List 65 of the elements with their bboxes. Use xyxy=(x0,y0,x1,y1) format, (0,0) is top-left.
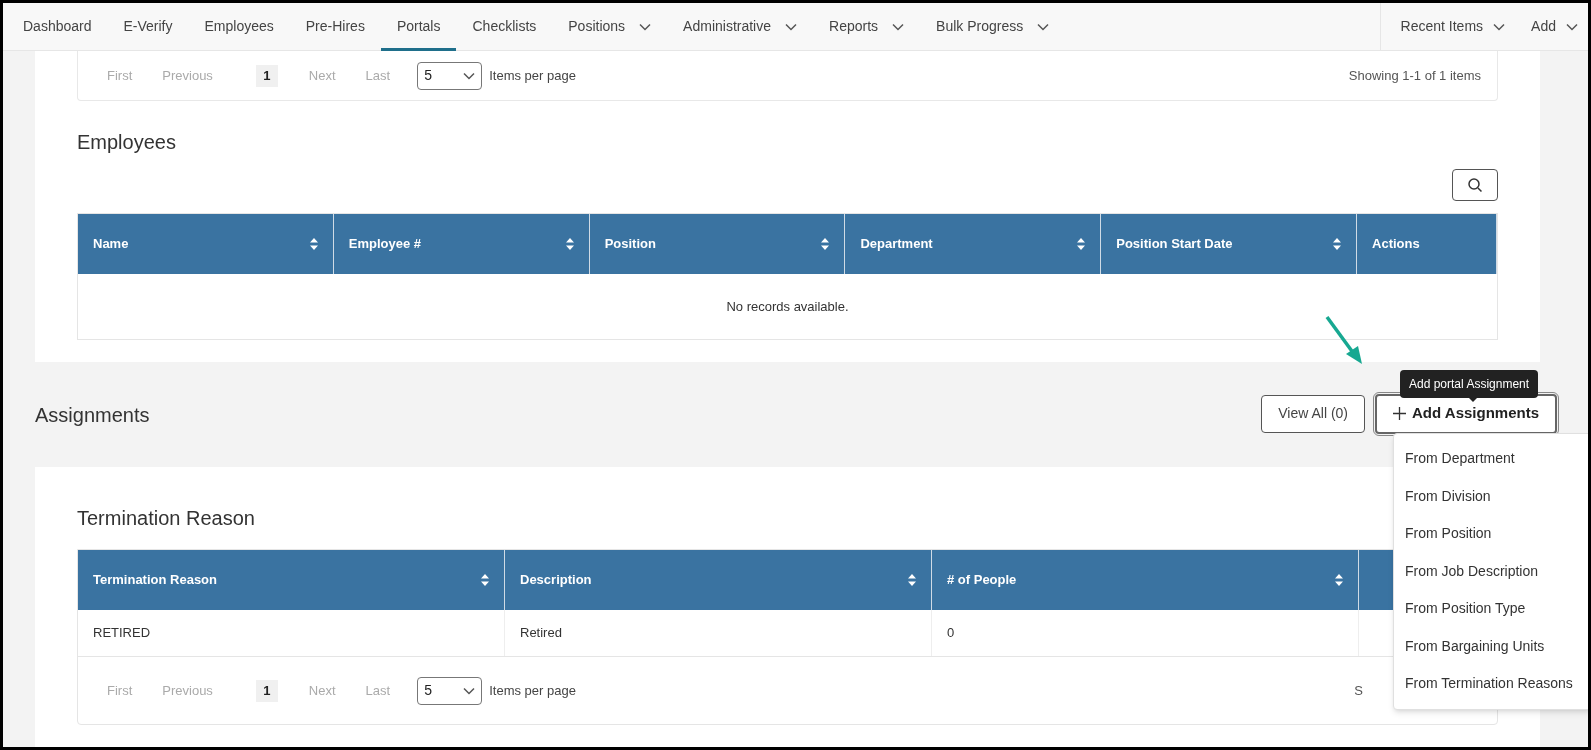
page-size-select[interactable]: 5 xyxy=(417,61,483,90)
column-header[interactable]: Position Start Date xyxy=(1101,214,1358,274)
sort-icon[interactable] xyxy=(1077,238,1086,250)
nav-tab[interactable]: Employees xyxy=(188,3,290,50)
sort-icon[interactable] xyxy=(1333,238,1342,250)
nav-tab[interactable]: Reports xyxy=(813,3,921,50)
sort-icon[interactable] xyxy=(565,238,574,250)
table-cell: Retired xyxy=(505,610,932,656)
item-count: S xyxy=(1354,681,1363,700)
column-header[interactable]: Actions xyxy=(1357,214,1497,274)
column-header[interactable]: # of People xyxy=(932,550,1359,610)
menu-item[interactable]: From Job Description xyxy=(1394,552,1588,590)
page-button[interactable]: 1 xyxy=(255,64,278,87)
table-cell: RETIRED xyxy=(78,610,505,656)
page-size-select[interactable]: 5 xyxy=(417,676,483,705)
nav-tab[interactable]: Portals xyxy=(380,3,457,50)
view-all-button[interactable]: View All (0) xyxy=(1261,394,1366,433)
page-size-label: Items per page xyxy=(489,66,576,85)
column-header[interactable]: Employee # xyxy=(333,214,590,274)
sort-icon[interactable] xyxy=(1335,574,1343,586)
sort-icon[interactable] xyxy=(821,238,830,250)
menu-item[interactable]: From Division xyxy=(1394,477,1588,515)
nav-tab[interactable]: Administrative xyxy=(667,3,813,50)
item-count: Showing 1-1 of 1 items xyxy=(1348,66,1481,85)
nav-menu[interactable]: Add xyxy=(1531,3,1588,50)
table-cell: 0 xyxy=(932,610,1359,656)
menu-item[interactable]: From Position xyxy=(1394,515,1588,553)
column-header[interactable]: Position xyxy=(589,214,846,274)
chevron-down-icon xyxy=(463,71,476,80)
menu-item[interactable]: From Department xyxy=(1394,440,1588,478)
column-header[interactable]: Termination Reason xyxy=(78,550,505,610)
menu-item[interactable]: From Position Type xyxy=(1394,590,1588,628)
menu-item[interactable]: From Termination Reasons xyxy=(1394,665,1588,703)
page-size-label: Items per page xyxy=(489,681,576,700)
chevron-down-icon xyxy=(1566,22,1578,31)
empty-message: No records available. xyxy=(725,297,850,316)
section-heading: Assignments xyxy=(35,402,150,428)
chevron-down-icon xyxy=(892,22,905,31)
nav-tab[interactable]: Positions xyxy=(552,3,668,50)
chevron-down-icon xyxy=(785,22,797,31)
search-icon xyxy=(1467,177,1483,193)
nav-tab[interactable]: Dashboard xyxy=(7,3,108,50)
tooltip: Add portal Assignment xyxy=(1400,370,1539,398)
nav-tab[interactable]: Checklists xyxy=(456,3,553,50)
nav-menu[interactable]: Recent Items xyxy=(1380,3,1532,50)
sort-icon[interactable] xyxy=(309,238,318,250)
nav-tab[interactable]: E-Verify xyxy=(107,3,189,50)
nav-tab[interactable]: Bulk Progress xyxy=(920,3,1066,50)
sort-icon[interactable] xyxy=(481,574,489,586)
menu-item[interactable]: From Bargaining Units xyxy=(1394,627,1588,665)
plus-icon xyxy=(1393,407,1407,420)
page-button[interactable]: 1 xyxy=(255,679,278,702)
column-header[interactable]: Name xyxy=(78,214,334,274)
column-header[interactable]: Department xyxy=(845,214,1102,274)
chevron-down-icon xyxy=(639,22,652,31)
section-heading: Employees xyxy=(77,130,176,155)
nav-tab[interactable]: Pre-Hires xyxy=(289,3,381,50)
chevron-down-icon xyxy=(1493,22,1506,31)
chevron-down-icon xyxy=(463,686,476,695)
chevron-down-icon xyxy=(1037,22,1050,31)
search-button[interactable] xyxy=(1452,169,1498,201)
tooltip-pointer xyxy=(1468,397,1478,402)
section-heading: Termination Reason xyxy=(77,506,255,531)
column-header[interactable]: Description xyxy=(505,550,932,610)
sort-icon[interactable] xyxy=(908,574,916,586)
